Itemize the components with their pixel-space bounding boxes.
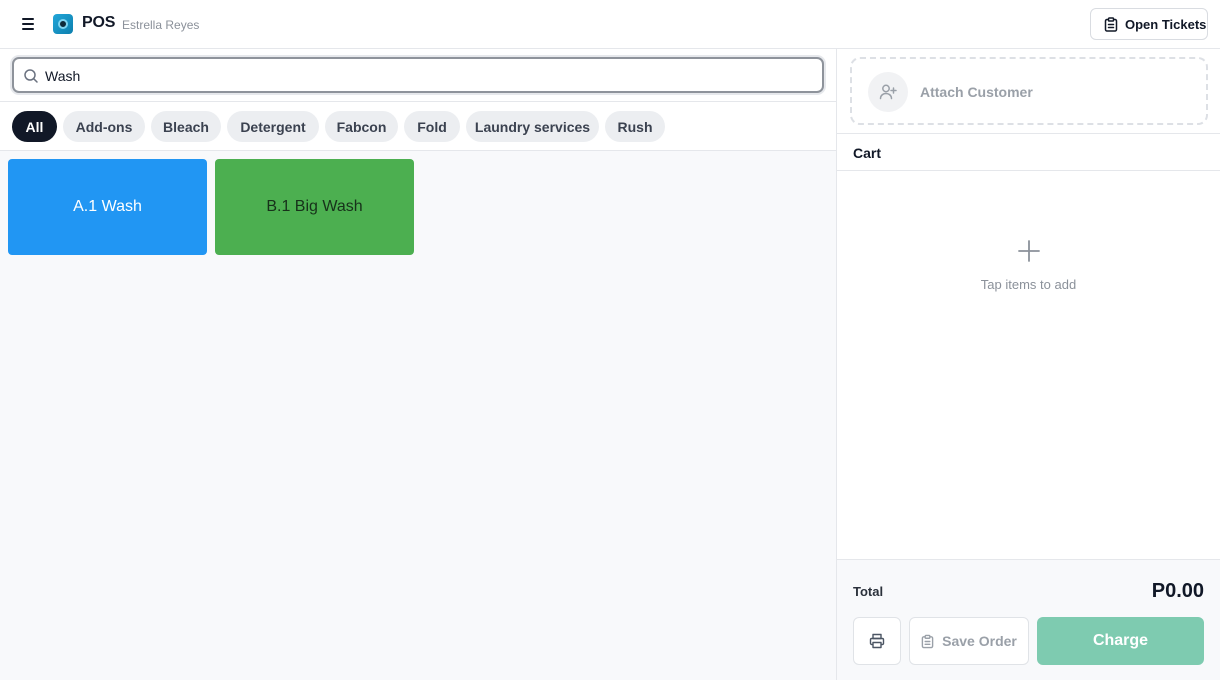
clipboard-icon xyxy=(921,634,934,648)
category-filter-bar: All Add-ons Bleach Detergent Fabcon Fold… xyxy=(0,102,836,151)
attach-customer-label: Attach Customer xyxy=(920,84,1033,100)
printer-icon xyxy=(869,633,885,649)
cart-pane: Attach Customer Cart Tap items to add To… xyxy=(837,49,1220,680)
plus-icon xyxy=(1018,240,1040,262)
charge-button[interactable]: Charge xyxy=(1037,617,1204,665)
cart-title: Cart xyxy=(853,145,882,161)
cart-empty-message: Tap items to add xyxy=(980,277,1077,292)
category-chip-bleach[interactable]: Bleach xyxy=(151,111,221,142)
search-input[interactable] xyxy=(45,65,805,87)
cart-header: Cart xyxy=(837,133,1220,171)
save-order-label: Save Order xyxy=(942,633,1017,649)
cart-footer: Total P0.00 Save Order Charge xyxy=(837,559,1220,680)
open-tickets-button[interactable]: Open Tickets xyxy=(1090,8,1208,40)
category-chip-detergent[interactable]: Detergent xyxy=(227,111,319,142)
top-header: POS Estrella Reyes Open Tickets xyxy=(0,0,1220,49)
product-pane: All Add-ons Bleach Detergent Fabcon Fold… xyxy=(0,49,836,680)
category-chip-laundry-services[interactable]: Laundry services xyxy=(466,111,599,142)
app-title: POS xyxy=(82,14,116,31)
product-tile[interactable]: B.1 Big Wash xyxy=(215,159,414,255)
total-label: Total xyxy=(853,584,884,599)
clipboard-icon xyxy=(1104,16,1118,32)
print-button[interactable] xyxy=(853,617,901,665)
category-chip-fabcon[interactable]: Fabcon xyxy=(325,111,398,142)
product-tile[interactable]: A.1 Wash xyxy=(8,159,207,255)
total-value: P0.00 xyxy=(1151,580,1204,602)
category-chip-rush[interactable]: Rush xyxy=(605,111,665,142)
search-icon xyxy=(24,69,38,83)
category-chip-add-ons[interactable]: Add-ons xyxy=(63,111,145,142)
search-bar xyxy=(0,49,836,102)
open-tickets-label: Open Tickets xyxy=(1125,16,1207,32)
save-order-button[interactable]: Save Order xyxy=(909,617,1029,665)
category-chip-all[interactable]: All xyxy=(12,111,57,142)
user-name: Estrella Reyes xyxy=(122,18,200,32)
category-chip-fold[interactable]: Fold xyxy=(404,111,460,142)
app-logo-icon xyxy=(53,14,73,34)
user-plus-icon xyxy=(879,84,897,100)
attach-customer-avatar xyxy=(868,72,908,112)
search-box[interactable] xyxy=(12,57,824,93)
attach-customer-button[interactable]: Attach Customer xyxy=(850,57,1208,125)
menu-icon[interactable] xyxy=(18,14,38,34)
